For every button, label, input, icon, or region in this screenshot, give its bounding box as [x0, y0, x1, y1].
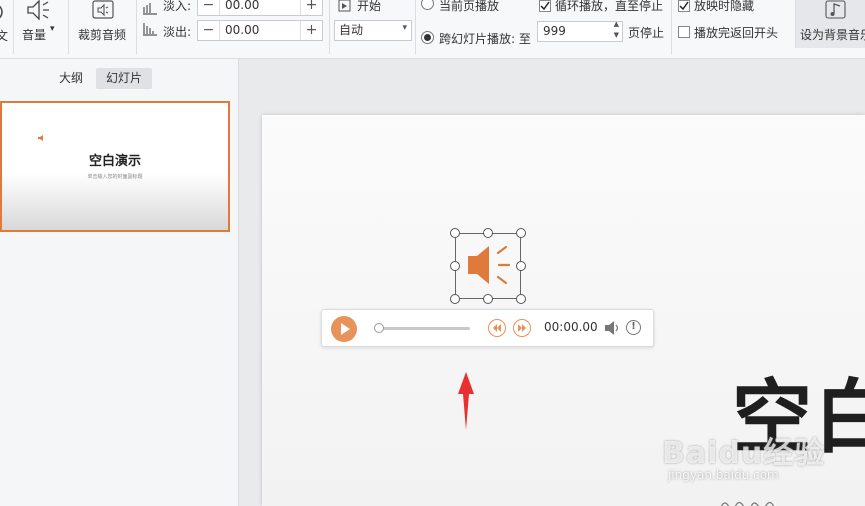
cross-slides-page-spinner[interactable]: 999 ▲ ▼	[537, 20, 623, 42]
hide-label: 放映时隐藏	[694, 0, 755, 13]
fade-out-spinner[interactable]: − 00.00 +	[197, 20, 323, 41]
watermark-url: jingyan.baidu.com	[668, 468, 779, 482]
clipped-tool-icon[interactable]	[0, 0, 8, 22]
set-background-music-label: 设为背景音乐	[800, 28, 865, 42]
divider	[136, 0, 137, 54]
divider	[68, 0, 69, 54]
player-volume-icon[interactable]	[603, 320, 621, 340]
watermark-logo: Baidu经验	[662, 436, 826, 471]
resize-handle-sw[interactable]	[450, 294, 460, 304]
spinner-down-icon[interactable]: ▼	[614, 31, 619, 39]
slides-panel: 大纲 幻灯片 空白演示 单击输入您的封面副标题	[0, 59, 239, 506]
fade-out-increase-button[interactable]: +	[300, 21, 322, 40]
loop-checkbox[interactable]	[539, 0, 551, 12]
resize-handle-e[interactable]	[516, 261, 526, 271]
audio-object[interactable]	[450, 228, 526, 304]
fade-out-label: 淡出:	[163, 25, 192, 39]
volume-label: 音量	[22, 28, 47, 42]
cross-slides-radio[interactable]	[421, 31, 434, 44]
fade-in-icon	[142, 0, 158, 19]
fade-in-value[interactable]: 00.00	[225, 0, 259, 15]
current-page-radio[interactable]	[421, 0, 434, 10]
fade-in-label: 淡入:	[163, 0, 192, 13]
info-icon[interactable]: !	[626, 320, 641, 335]
resize-handle-n[interactable]	[483, 228, 493, 238]
ribbon-toolbar: 文 音量 ▾ 裁剪音频 淡入: − 00.00 + 淡出: − 00.00 +	[0, 0, 865, 59]
music-note-icon	[825, 0, 847, 24]
cross-slides-page-value[interactable]: 999	[543, 22, 566, 41]
cross-slides-label: 跨幻灯片播放: 至	[439, 32, 531, 46]
thumbnail-audio-icon	[37, 127, 45, 146]
annotation-arrow	[456, 370, 476, 436]
progress-thumb[interactable]	[374, 323, 384, 333]
divider	[671, 0, 672, 54]
thumbnail-title: 空白演示	[88, 154, 141, 169]
resize-handle-ne[interactable]	[516, 228, 526, 238]
start-icon	[338, 0, 352, 17]
slide-thumbnail[interactable]: 空白演示 单击输入您的封面副标题	[0, 101, 230, 232]
fade-in-decrease-button[interactable]: −	[198, 0, 220, 15]
rewind-checkbox[interactable]	[678, 26, 690, 38]
fade-out-icon	[142, 21, 158, 41]
resize-handle-nw[interactable]	[450, 228, 460, 238]
start-select-value: 自动	[339, 23, 364, 37]
fast-forward-icon	[518, 324, 526, 332]
start-select[interactable]: 自动 ▾	[334, 20, 412, 41]
trim-audio-button[interactable]: 裁剪音频	[74, 0, 132, 48]
set-background-music-button[interactable]: 设为背景音乐	[795, 0, 865, 48]
speaker-icon	[465, 242, 511, 292]
chevron-down-icon: ▾	[402, 23, 407, 33]
thumbnail-subtitle: 单击输入您的封面副标题	[87, 174, 143, 180]
resize-handle-w[interactable]	[450, 261, 460, 271]
rewind-button[interactable]	[488, 319, 506, 337]
spinner-up-icon[interactable]: ▲	[614, 20, 619, 28]
trim-audio-icon	[91, 0, 115, 24]
clipped-tool-label: 文	[0, 29, 9, 43]
tab-outline[interactable]: 大纲	[52, 68, 90, 89]
resize-handle-s[interactable]	[483, 294, 493, 304]
time-display: 00:00.00	[544, 320, 598, 334]
trim-audio-label: 裁剪音频	[78, 28, 127, 42]
volume-button[interactable]: 音量 ▾	[18, 0, 64, 48]
divider	[329, 0, 330, 54]
rewind-icon	[493, 324, 501, 332]
volume-dropdown-caret: ▾	[50, 24, 55, 34]
divider	[13, 0, 14, 54]
slide-subtitle-fragment	[717, 493, 865, 506]
start-label: 开始	[357, 0, 382, 13]
resize-handle-se[interactable]	[516, 294, 526, 304]
rewind-label: 播放完返回开头	[694, 26, 779, 40]
progress-track[interactable]	[377, 327, 470, 330]
fade-out-decrease-button[interactable]: −	[198, 21, 220, 40]
fast-forward-button[interactable]	[513, 319, 531, 337]
play-button[interactable]	[331, 316, 357, 342]
play-icon	[341, 323, 350, 335]
page-stop-label: 页停止	[628, 26, 665, 40]
loop-label: 循环播放，直至停止	[555, 0, 664, 13]
tab-slides[interactable]: 幻灯片	[96, 68, 152, 89]
fade-out-value[interactable]: 00.00	[225, 21, 259, 40]
fade-in-increase-button[interactable]: +	[300, 0, 322, 15]
fade-in-spinner[interactable]: − 00.00 +	[197, 0, 323, 16]
divider	[415, 0, 416, 54]
hide-checkbox[interactable]	[678, 0, 690, 12]
volume-icon	[26, 0, 52, 24]
audio-player: 00:00.00 !	[321, 309, 654, 347]
current-page-label: 当前页播放	[439, 0, 500, 13]
